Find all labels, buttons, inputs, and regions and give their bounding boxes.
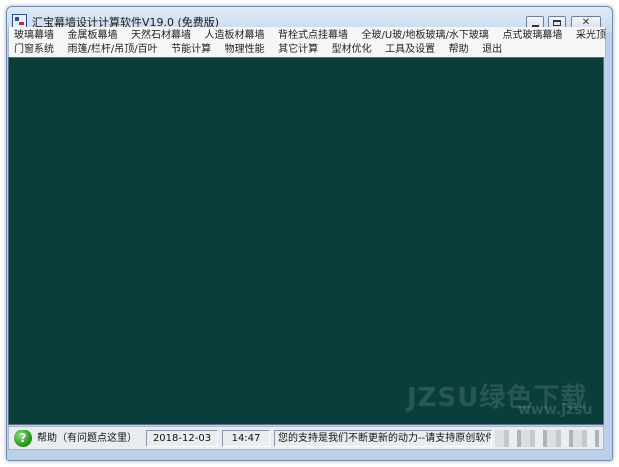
menu-other-calc[interactable]: 其它计算 xyxy=(273,42,323,57)
status-message: 您的支持是我们不断更新的动力--请支持原创软件 xyxy=(274,430,492,447)
status-bar: ? 帮助（有问题点这里） 2018-12-03 14:47 您的支持是我们不断更… xyxy=(8,426,604,450)
menu-row-2: 门窗系统 雨篷/栏杆/吊顶/百叶 节能计算 物理性能 其它计算 型材优化 工具及… xyxy=(9,42,507,57)
menu-door-window[interactable]: 门窗系统 xyxy=(9,42,59,57)
menu-full-glass[interactable]: 全玻/U玻/地板玻璃/水下玻璃 xyxy=(357,28,494,43)
menu-artificial-panel-wall[interactable]: 人造板材幕墙 xyxy=(200,28,270,43)
help-icon[interactable]: ? xyxy=(14,430,32,447)
menu-row-1: 玻璃幕墙 金属板幕墙 天然石材幕墙 人造板材幕墙 背栓式点挂幕墙 全玻/U玻/地… xyxy=(9,28,611,43)
menu-help[interactable]: 帮助 xyxy=(444,42,474,57)
menu-natural-stone-wall[interactable]: 天然石材幕墙 xyxy=(126,28,196,43)
menu-energy-calc[interactable]: 节能计算 xyxy=(166,42,216,57)
menu-canopy-railing[interactable]: 雨篷/栏杆/吊顶/百叶 xyxy=(63,42,163,57)
menu-bar: 玻璃幕墙 金属板幕墙 天然石材幕墙 人造板材幕墙 背栓式点挂幕墙 全玻/U玻/地… xyxy=(8,27,606,57)
status-time: 14:47 xyxy=(222,430,270,447)
help-label[interactable]: 帮助（有问题点这里） xyxy=(37,431,137,446)
help-panel[interactable]: ? 帮助（有问题点这里） xyxy=(12,430,142,447)
menu-exit[interactable]: 退出 xyxy=(477,42,507,57)
menu-tools-settings[interactable]: 工具及设置 xyxy=(380,42,440,57)
obscured-panel xyxy=(495,430,599,447)
maximize-icon xyxy=(553,20,561,26)
watermark-url: www.jzsu xyxy=(518,402,593,418)
menu-glass-curtain-wall[interactable]: 玻璃幕墙 xyxy=(9,28,59,43)
menu-physical-performance[interactable]: 物理性能 xyxy=(220,42,270,57)
status-date: 2018-12-03 xyxy=(146,430,218,447)
client-area[interactable] xyxy=(8,57,604,425)
menu-metal-panel-wall[interactable]: 金属板幕墙 xyxy=(63,28,123,43)
app-icon[interactable] xyxy=(12,14,27,28)
menu-profile-optimize[interactable]: 型材优化 xyxy=(327,42,377,57)
menu-point-glass-wall[interactable]: 点式玻璃幕墙 xyxy=(497,28,567,43)
menu-back-bolt-wall[interactable]: 背栓式点挂幕墙 xyxy=(273,28,353,43)
menu-skylight[interactable]: 采光顶 xyxy=(571,28,611,43)
